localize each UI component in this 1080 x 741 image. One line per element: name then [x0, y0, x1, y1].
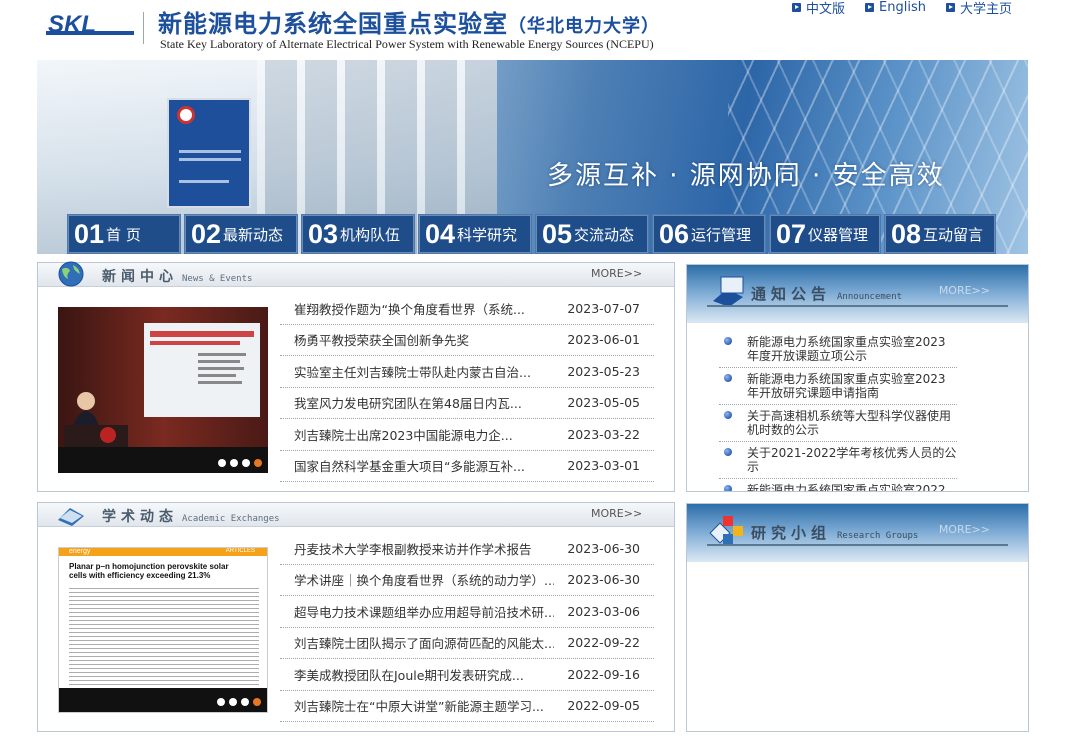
academic-item[interactable]: 刘吉臻院士团队揭示了面向源荷匹配的风能太... 2022-09-22 — [280, 628, 654, 659]
slideshow-dots — [218, 459, 262, 467]
notice-item[interactable]: 关于2021-2022学年考核优秀人员的公示 — [719, 442, 957, 479]
groups-title: 研究小组 Research Groups — [751, 524, 919, 542]
notice-item[interactable]: 关于高速相机系统等大型科学仪器使用机时数的公示 — [719, 405, 957, 442]
hero-banner: 多源互补 · 源网协同 · 安全高效 01 首 页 02 最新动态 03 机构队伍 0… — [37, 60, 1028, 254]
notice-title: 通知公告 Announcement — [751, 285, 903, 303]
news-panel-header: 新闻中心 News & Events MORE>> — [38, 261, 674, 287]
academic-item[interactable]: 丹麦技术大学李根副教授来访并作学术报告 2023-06-30 — [280, 533, 654, 565]
skl-logo[interactable]: SKL — [46, 12, 134, 40]
paper-text — [69, 588, 259, 688]
notice-item[interactable]: 新能源电力系统国家重点实验室2023年度开放课题立项公示 — [719, 331, 957, 368]
lecture-photo — [58, 307, 268, 473]
site-title: 新能源电力系统全国重点实验室（华北电力大学） — [158, 4, 660, 39]
nav-organization[interactable]: 03 机构队伍 — [301, 214, 415, 254]
academic-panel-header: 学术动态 Academic Exchanges MORE>> — [38, 503, 674, 527]
groups-panel-header: 研究小组 Research Groups MORE>> — [687, 504, 1028, 562]
link-chinese-label: 中文版 — [806, 2, 846, 17]
paper-title: Planar p–n homojunction perovskite solar… — [69, 562, 229, 580]
slide-dot[interactable] — [242, 459, 250, 467]
nav-instruments[interactable]: 07 仪器管理 — [769, 214, 881, 254]
logo-divider — [143, 12, 144, 44]
slide-dot[interactable] — [230, 459, 238, 467]
notice-panel-header: 通知公告 Announcement MORE>> — [687, 265, 1028, 323]
academic-item[interactable]: 学术讲座｜换个角度看世界（系统的动力学）... 2023-06-30 — [280, 565, 654, 596]
site-title-suffix: （华北电力大学） — [508, 16, 660, 37]
university-emblem-icon — [177, 106, 195, 124]
link-english[interactable]: English — [865, 0, 926, 17]
academic-panel: 学术动态 Academic Exchanges MORE>> energy ART… — [37, 502, 675, 732]
bullet-icon — [724, 485, 732, 491]
academic-title: 学术动态 Academic Exchanges — [102, 509, 280, 525]
arrow-bullet-icon — [945, 3, 955, 12]
nav-research[interactable]: 04 科学研究 — [418, 214, 532, 254]
slide-dot[interactable] — [218, 459, 226, 467]
slide-dot[interactable] — [241, 698, 249, 706]
news-item[interactable]: 国家自然科学基金重大项目“多能源互补... 2023-03-01 — [280, 451, 654, 482]
journal-name: energy — [69, 548, 91, 555]
academic-more-link[interactable]: MORE>> — [591, 507, 642, 520]
bullet-icon — [724, 448, 732, 456]
slide-dot-active[interactable] — [253, 698, 261, 706]
news-item[interactable]: 我室风力发电研究团队在第48届日内瓦... 2023-05-05 — [280, 388, 654, 419]
notice-more-link[interactable]: MORE>> — [939, 284, 990, 297]
notice-item[interactable]: 新能源电力系统国家重点实验室2022年度开放课题立项公示 — [719, 479, 957, 491]
slide-dot[interactable] — [217, 698, 225, 706]
lab-sign — [167, 98, 251, 208]
link-university-label: 大学主页 — [959, 2, 1012, 17]
slideshow-dots — [217, 698, 261, 706]
puzzle-icon — [709, 516, 743, 544]
news-more-link[interactable]: MORE>> — [591, 267, 642, 280]
link-university[interactable]: 大学主页 — [945, 0, 1012, 17]
bullet-icon — [724, 337, 732, 345]
notice-item[interactable]: 新能源电力系统国家重点实验室2023年开放研究课题申请指南 — [719, 368, 957, 405]
main-nav: 01 首 页 02 最新动态 03 机构队伍 04 科学研究 05 交流动态 06 运行管理… — [67, 214, 996, 254]
header-divider — [707, 544, 1008, 546]
academic-title-en: Academic Exchanges — [182, 514, 280, 524]
academic-photo-slideshow[interactable]: energy ARTICLES Planar p–n homojunction … — [58, 547, 268, 713]
site-header: SKL 新能源电力系统全国重点实验室（华北电力大学） State Key Lab… — [0, 0, 1080, 60]
site-title-main: 新能源电力系统全国重点实验室 — [158, 10, 508, 38]
link-chinese[interactable]: 中文版 — [792, 0, 845, 17]
groups-more-link[interactable]: MORE>> — [939, 523, 990, 536]
link-english-label: English — [879, 0, 926, 15]
nav-operation[interactable]: 06 运行管理 — [652, 214, 766, 254]
banner-slogan: 多源互补 · 源网协同 · 安全高效 — [547, 161, 945, 191]
arrow-bullet-icon — [865, 3, 875, 12]
slide-dot[interactable] — [229, 698, 237, 706]
journal-label: ARTICLES — [225, 548, 255, 554]
computer-icon — [713, 276, 744, 307]
logo-text: SKL — [48, 12, 96, 38]
groups-panel: 研究小组 Research Groups MORE>> — [686, 503, 1029, 732]
nav-exchanges[interactable]: 05 交流动态 — [535, 214, 649, 254]
top-links: 中文版 English 大学主页 — [792, 0, 1012, 17]
academic-item[interactable]: 超导电力技术课题组举办应用超导前沿技术研... 2023-03-06 — [280, 596, 654, 628]
academic-list: 丹麦技术大学李根副教授来访并作学术报告 2023-06-30 学术讲座｜换个角度看… — [280, 533, 654, 722]
bullet-icon — [724, 411, 732, 419]
arrow-bullet-icon — [792, 3, 802, 12]
academic-item[interactable]: 刘吉臻院士在“中原大讲堂”新能源主题学习... 2022-09-05 — [280, 691, 654, 722]
globe-icon — [58, 261, 84, 287]
header-divider — [707, 305, 1008, 307]
news-item[interactable]: 杨勇平教授荣获全国创新争先奖 2023-06-01 — [280, 325, 654, 356]
nav-home[interactable]: 01 首 页 — [67, 214, 181, 254]
news-panel: 新闻中心 News & Events MORE>> 崔翔教授作题为“换个角度看世… — [37, 261, 675, 492]
slide-dot-active[interactable] — [254, 459, 262, 467]
news-list: 崔翔教授作题为“换个角度看世界（系统... 2023-07-07 杨勇平教授荣获全… — [280, 293, 654, 482]
nav-messages[interactable]: 08 互动留言 — [884, 214, 996, 254]
news-photo-slideshow[interactable] — [58, 307, 268, 473]
notice-list: 新能源电力系统国家重点实验室2023年度开放课题立项公示 新能源电力系统国家重点… — [719, 331, 957, 491]
news-item[interactable]: 崔翔教授作题为“换个角度看世界（系统... 2023-07-07 — [280, 293, 654, 325]
groups-title-en: Research Groups — [837, 531, 919, 541]
nav-latest-news[interactable]: 02 最新动态 — [184, 214, 298, 254]
site-subtitle-en: State Key Laboratory of Alternate Electr… — [160, 37, 654, 51]
academic-item[interactable]: 李美成教授团队在Joule期刊发表研究成... 2022-09-16 — [280, 659, 654, 691]
news-title: 新闻中心 News & Events — [102, 269, 253, 285]
notice-title-en: Announcement — [837, 292, 903, 302]
news-item[interactable]: 刘吉臻院士出席2023中国能源电力企... 2023-03-22 — [280, 419, 654, 451]
book-icon — [58, 508, 84, 526]
notice-panel: 通知公告 Announcement MORE>> 新能源电力系统国家重点实验室20… — [686, 264, 1029, 492]
news-item[interactable]: 实验室主任刘吉臻院士带队赴内蒙古自治... 2023-05-23 — [280, 356, 654, 388]
news-title-en: News & Events — [182, 274, 253, 284]
bullet-icon — [724, 374, 732, 382]
